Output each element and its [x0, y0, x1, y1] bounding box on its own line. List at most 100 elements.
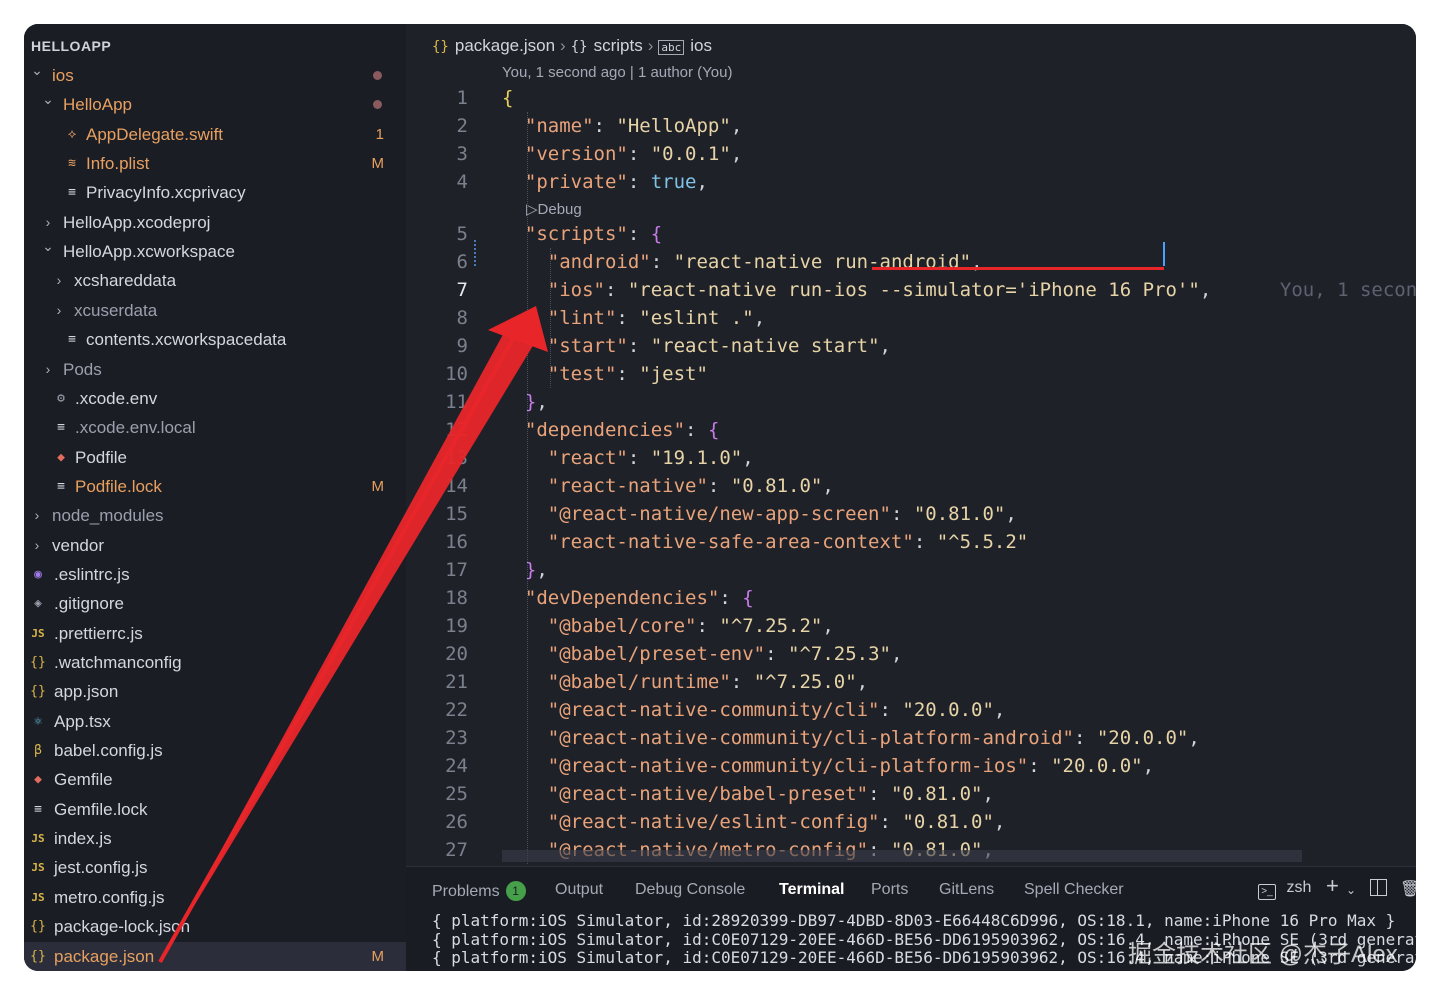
indent-guide — [550, 248, 551, 388]
chevron-down-icon[interactable]: ⌄ — [41, 232, 55, 261]
tree-item[interactable]: β babel.config.js — [24, 736, 406, 765]
tree-item[interactable]: JS jest.config.js — [24, 853, 406, 882]
tree-item[interactable]: › xcshareddata — [24, 266, 406, 295]
tree-item[interactable]: ≋ Info.plist M — [24, 149, 406, 178]
terminal-shell-selector[interactable]: >_ zsh — [1258, 879, 1311, 900]
breadcrumb-key[interactable]: ios — [690, 36, 712, 55]
tree-item[interactable]: ≡ .xcode.env.local — [24, 413, 406, 442]
tree-item[interactable]: ⌄ HelloApp — [24, 90, 406, 119]
tree-item[interactable]: ◆ Podfile — [24, 443, 406, 472]
code-line[interactable]: "@react-native-community/cli": "20.0.0", — [502, 696, 1006, 724]
tree-item[interactable]: ≡ Gemfile.lock — [24, 795, 406, 824]
tree-item[interactable]: ⚙ .xcode.env — [24, 384, 406, 413]
tree-item[interactable]: ⚛ App.tsx — [24, 707, 406, 736]
tree-item[interactable]: JS index.js — [24, 824, 406, 853]
chevron-right-icon[interactable]: › — [30, 501, 44, 530]
tree-item[interactable]: › node_modules — [24, 501, 406, 530]
chevron-down-icon[interactable]: ⌄ — [1346, 883, 1356, 897]
code-line[interactable]: "android": "react-native run-android", — [502, 248, 983, 276]
tree-item[interactable]: ⌄ HelloApp.xcworkspace — [24, 237, 406, 266]
tree-item[interactable]: ⌄ ios — [24, 61, 406, 90]
code-line[interactable]: "@react-native-community/cli-platform-io… — [502, 752, 1154, 780]
trash-icon[interactable]: 🗑 — [1400, 879, 1416, 899]
code-token: "jest" — [639, 363, 708, 385]
code-line[interactable]: "name": "HelloApp", — [502, 112, 742, 140]
code-line[interactable]: "react-native-safe-area-context": "^5.5.… — [502, 528, 1028, 556]
tab-ports[interactable]: Ports — [871, 881, 908, 899]
code-line[interactable]: "@babel/preset-env": "^7.25.3", — [502, 640, 903, 668]
chevron-right-icon[interactable]: › — [41, 355, 55, 384]
chevron-down-icon[interactable]: ⌄ — [41, 85, 55, 114]
split-terminal-icon[interactable] — [1370, 879, 1387, 901]
chevron-right-icon[interactable]: › — [52, 266, 66, 295]
code-line[interactable]: "lint": "eslint .", — [502, 304, 765, 332]
code-token: : — [765, 643, 788, 665]
tree-item-label: Podfile.lock — [75, 476, 162, 496]
code-token: "start" — [547, 335, 628, 357]
breadcrumb-section[interactable]: scripts — [594, 36, 643, 55]
code-line[interactable]: "ios": "react-native run-ios --simulator… — [502, 276, 1416, 304]
tab-spell-checker[interactable]: Spell Checker — [1024, 881, 1124, 899]
code-line[interactable]: { — [502, 84, 513, 112]
horizontal-scrollbar[interactable] — [502, 850, 1302, 862]
code-line[interactable]: "devDependencies": { — [502, 584, 754, 612]
lines-icon: ≡ — [57, 420, 65, 436]
editor: {} package.json ›{} scripts › abc ios You, 1 s… — [406, 24, 1416, 866]
tree-item[interactable]: › vendor — [24, 531, 406, 560]
tree-item[interactable]: JS metro.config.js — [24, 883, 406, 912]
code-line[interactable]: "start": "react-native start", — [502, 332, 891, 360]
tree-item[interactable]: ◉ .eslintrc.js — [24, 560, 406, 589]
line-number: 23 — [445, 727, 468, 749]
tab-gitlens[interactable]: GitLens — [939, 881, 994, 899]
tab-output[interactable]: Output — [555, 881, 603, 899]
code-line[interactable]: "dependencies": { — [502, 416, 720, 444]
tab-terminal[interactable]: Terminal — [779, 881, 845, 899]
tree-item[interactable]: ≡ contents.xcworkspacedata — [24, 325, 406, 354]
code-line[interactable]: "private": true, — [502, 168, 708, 196]
tree-item[interactable]: {} package.json M — [24, 941, 406, 971]
code-line[interactable]: "react-native": "0.81.0", — [502, 472, 834, 500]
tab-label: GitLens — [939, 881, 995, 898]
tree-item[interactable]: › HelloApp.xcodeproj — [24, 208, 406, 237]
breadcrumb-file[interactable]: package.json — [455, 36, 555, 55]
tab-problems[interactable]: Problems 1 — [432, 881, 526, 901]
code-line[interactable]: }, — [502, 556, 548, 584]
code-line[interactable]: "@babel/core": "^7.25.2", — [502, 612, 834, 640]
tree-item[interactable]: ⟡ AppDelegate.swift 1 — [24, 120, 406, 149]
code-token: "^5.5.2" — [936, 531, 1029, 553]
tree-item[interactable]: ≡ PrivacyInfo.xcprivacy — [24, 178, 406, 207]
tree-item[interactable]: ◆ Gemfile — [24, 765, 406, 794]
inline-blame: You, 1 second — [1211, 279, 1416, 301]
tree-item[interactable]: ◈ .gitignore — [24, 589, 406, 618]
tree-item[interactable]: JS .prettierrc.js — [24, 619, 406, 648]
code-line[interactable]: "test": "jest" — [502, 360, 708, 388]
lines-icon: ≡ — [57, 478, 65, 494]
chevron-right-icon[interactable]: › — [30, 531, 44, 560]
debug-codelens[interactable]: ▷Debug — [526, 198, 582, 222]
tree-item[interactable]: {} app.json — [24, 677, 406, 706]
tree-item[interactable]: {} package-lock.json — [24, 912, 406, 941]
code-token: { — [707, 419, 720, 441]
tab-debug-console[interactable]: Debug Console — [635, 881, 745, 899]
chevron-right-icon[interactable]: › — [52, 296, 66, 325]
tree-item[interactable]: ≡ Podfile.lock M — [24, 472, 406, 501]
git-blame-header[interactable]: You, 1 second ago | 1 author (You) — [502, 64, 732, 81]
chevron-down-icon[interactable]: ⌄ — [30, 56, 44, 85]
code-line[interactable]: "@react-native/babel-preset": "0.81.0", — [502, 780, 994, 808]
tree-item[interactable]: {} .watchmanconfig — [24, 648, 406, 677]
code-line[interactable]: "@react-native/new-app-screen": "0.81.0"… — [502, 500, 1017, 528]
code-token: : — [627, 335, 651, 357]
new-terminal-icon[interactable]: + — [1326, 873, 1339, 899]
code-line[interactable]: "version": "0.0.1", — [502, 140, 742, 168]
code-line[interactable]: "@react-native/eslint-config": "0.81.0", — [502, 808, 1006, 836]
code-token: "devDependencies" — [524, 587, 720, 609]
tree-item[interactable]: › xcuserdata — [24, 296, 406, 325]
eslint-icon: ◉ — [34, 566, 42, 582]
code-line[interactable]: "react": "19.1.0", — [502, 444, 754, 472]
code-line[interactable]: "@babel/runtime": "^7.25.0", — [502, 668, 868, 696]
code-line[interactable]: }, — [502, 388, 548, 416]
code-line[interactable]: "@react-native-community/cli-platform-an… — [502, 724, 1200, 752]
tree-item[interactable]: › Pods — [24, 355, 406, 384]
